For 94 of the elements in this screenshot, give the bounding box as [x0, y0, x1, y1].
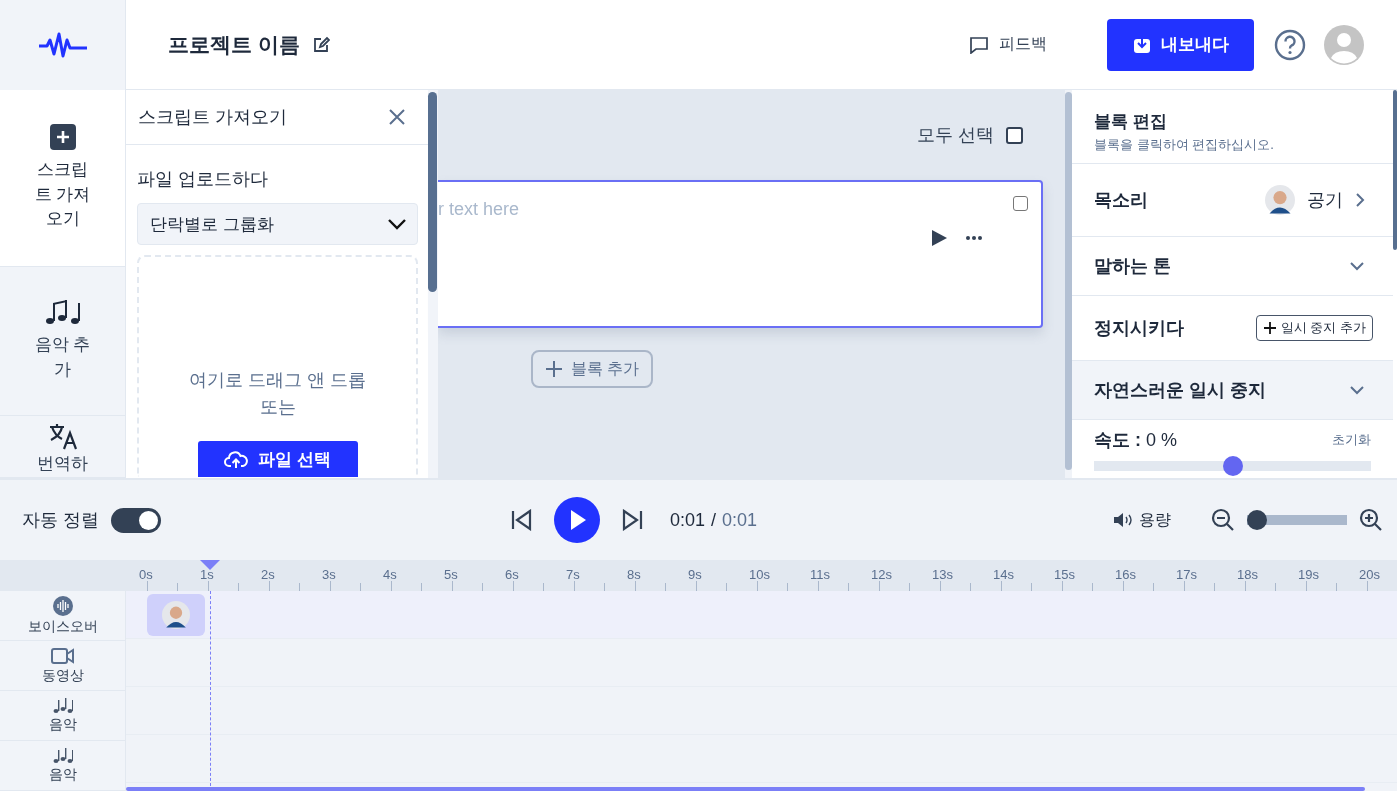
project-name[interactable]: 프로젝트 이름 [168, 30, 300, 59]
export-button[interactable]: 내보내다 [1107, 18, 1254, 71]
play-button-icon[interactable] [554, 497, 600, 543]
playhead-line[interactable] [210, 591, 211, 786]
tick-label: 1s [200, 567, 214, 582]
tick-label: 19s [1298, 567, 1319, 582]
setting-label: 말하는 톤 [1094, 255, 1171, 278]
scrollbar[interactable] [1065, 92, 1072, 470]
zoom-out-icon[interactable] [1211, 508, 1235, 532]
wave-logo-icon[interactable] [36, 30, 89, 59]
chevron-down-icon [387, 218, 407, 230]
chevron-down-icon [1349, 385, 1365, 395]
panel-title: 스크립트 가져오기 [138, 106, 287, 129]
music-notes-icon [44, 299, 81, 326]
tick-label: 2s [261, 567, 275, 582]
tick-label: 16s [1115, 567, 1136, 582]
tick-label: 5s [444, 567, 458, 582]
auto-sort-label: 자동 정렬 [22, 509, 99, 532]
tick-label: 6s [505, 567, 519, 582]
skip-back-icon[interactable] [510, 509, 532, 531]
setting-label: 자연스러운 일시 중지 [1094, 379, 1266, 402]
plus-icon [49, 123, 76, 150]
person-avatar-icon [162, 601, 190, 629]
time-separator: / [711, 509, 717, 531]
speaker-icon [1113, 512, 1133, 528]
slider-thumb[interactable] [1247, 510, 1267, 530]
plus-icon [545, 360, 563, 378]
setting-label: 정지시키다 [1094, 317, 1184, 340]
tick-label: 14s [993, 567, 1014, 582]
drop-zone[interactable]: 여기로 드래그 앤 드롭 또는 파일 선택 [137, 255, 418, 477]
reset-button[interactable]: 초기화 [1332, 431, 1371, 449]
tick-label: 20s [1359, 567, 1380, 582]
toggle-switch[interactable] [111, 507, 161, 533]
setting-label: 목소리 [1094, 189, 1148, 212]
track-name: 보이스오버 [27, 617, 98, 636]
slider-thumb[interactable] [1222, 456, 1243, 476]
music-notes-icon [52, 697, 73, 714]
sound-wave-icon [52, 595, 73, 616]
tick-label: 7s [566, 567, 580, 582]
translate-icon [47, 422, 78, 451]
checkbox[interactable] [1006, 126, 1023, 144]
plus-icon [1262, 321, 1277, 335]
cloud-upload-icon [224, 449, 249, 469]
tick-label: 8s [627, 567, 641, 582]
grouping-dropdown[interactable]: 단락별로 그룹화 [137, 203, 418, 245]
speed-label: 속도 : 0 % [1094, 429, 1178, 452]
chevron-right-icon [1355, 192, 1365, 208]
add-block-button[interactable]: 블록 추가 [531, 350, 654, 388]
tick-label: 17s [1176, 567, 1197, 582]
choose-file-button[interactable]: 파일 선택 [197, 441, 358, 477]
current-time: 0:01 [670, 509, 706, 531]
tick-label: 11s [810, 567, 830, 582]
volume-button[interactable]: 용량 [1113, 509, 1171, 531]
setting-row[interactable]: 자연스러운 일시 중지 [1072, 361, 1393, 420]
tick-label: 12s [871, 567, 892, 582]
voice-selector[interactable]: 공기 [1265, 185, 1365, 215]
chat-icon [969, 35, 989, 54]
playhead-marker-icon[interactable] [200, 560, 220, 570]
play-icon[interactable] [931, 229, 947, 247]
scrollbar[interactable] [126, 787, 1365, 791]
person-avatar-icon [1265, 185, 1295, 215]
zoom-in-icon[interactable] [1359, 508, 1383, 532]
panel-title: 블록 편집 [1094, 111, 1168, 133]
scrollbar[interactable] [1393, 90, 1397, 478]
video-camera-icon [50, 646, 75, 665]
tick-label: 18s [1237, 567, 1258, 582]
tick-label: 9s [688, 567, 702, 582]
help-icon[interactable] [1274, 28, 1306, 61]
select-all-label: 모두 선택 [917, 124, 994, 147]
sidebar-item[interactable]: 스크립트 가져오기 [0, 90, 125, 267]
tick-label: 10s [749, 567, 770, 582]
music-notes-icon [52, 747, 73, 764]
add-pause-button[interactable]: 일시 중지 추가 [1255, 315, 1373, 341]
voice-clip[interactable] [147, 594, 205, 636]
pencil-icon[interactable] [311, 35, 330, 54]
tick-label: 13s [932, 567, 953, 582]
chevron-down-icon [1349, 261, 1365, 271]
tick-label: 3s [322, 567, 336, 582]
tick-label: 0s [139, 567, 153, 582]
track-name: 음악 [48, 715, 77, 734]
track-name: 음악 [48, 765, 77, 784]
tick-label: 4s [383, 567, 397, 582]
skip-forward-icon[interactable] [622, 509, 644, 531]
feedback-button[interactable]: 피드백 [969, 34, 1047, 55]
slider-track[interactable] [1094, 456, 1371, 476]
tick-label: 15s [1054, 567, 1075, 582]
panel-subtitle: 블록을 클릭하여 편집하십시오. [1094, 136, 1275, 154]
drop-text: 여기로 드래그 앤 드롭 또는 [188, 369, 367, 419]
upload-label: 파일 업로드하다 [137, 168, 269, 191]
checkbox[interactable] [1013, 196, 1028, 211]
close-icon[interactable] [388, 108, 406, 126]
total-time: 0:01 [722, 509, 758, 531]
more-icon[interactable] [965, 235, 983, 241]
track-name: 동영상 [41, 666, 84, 685]
